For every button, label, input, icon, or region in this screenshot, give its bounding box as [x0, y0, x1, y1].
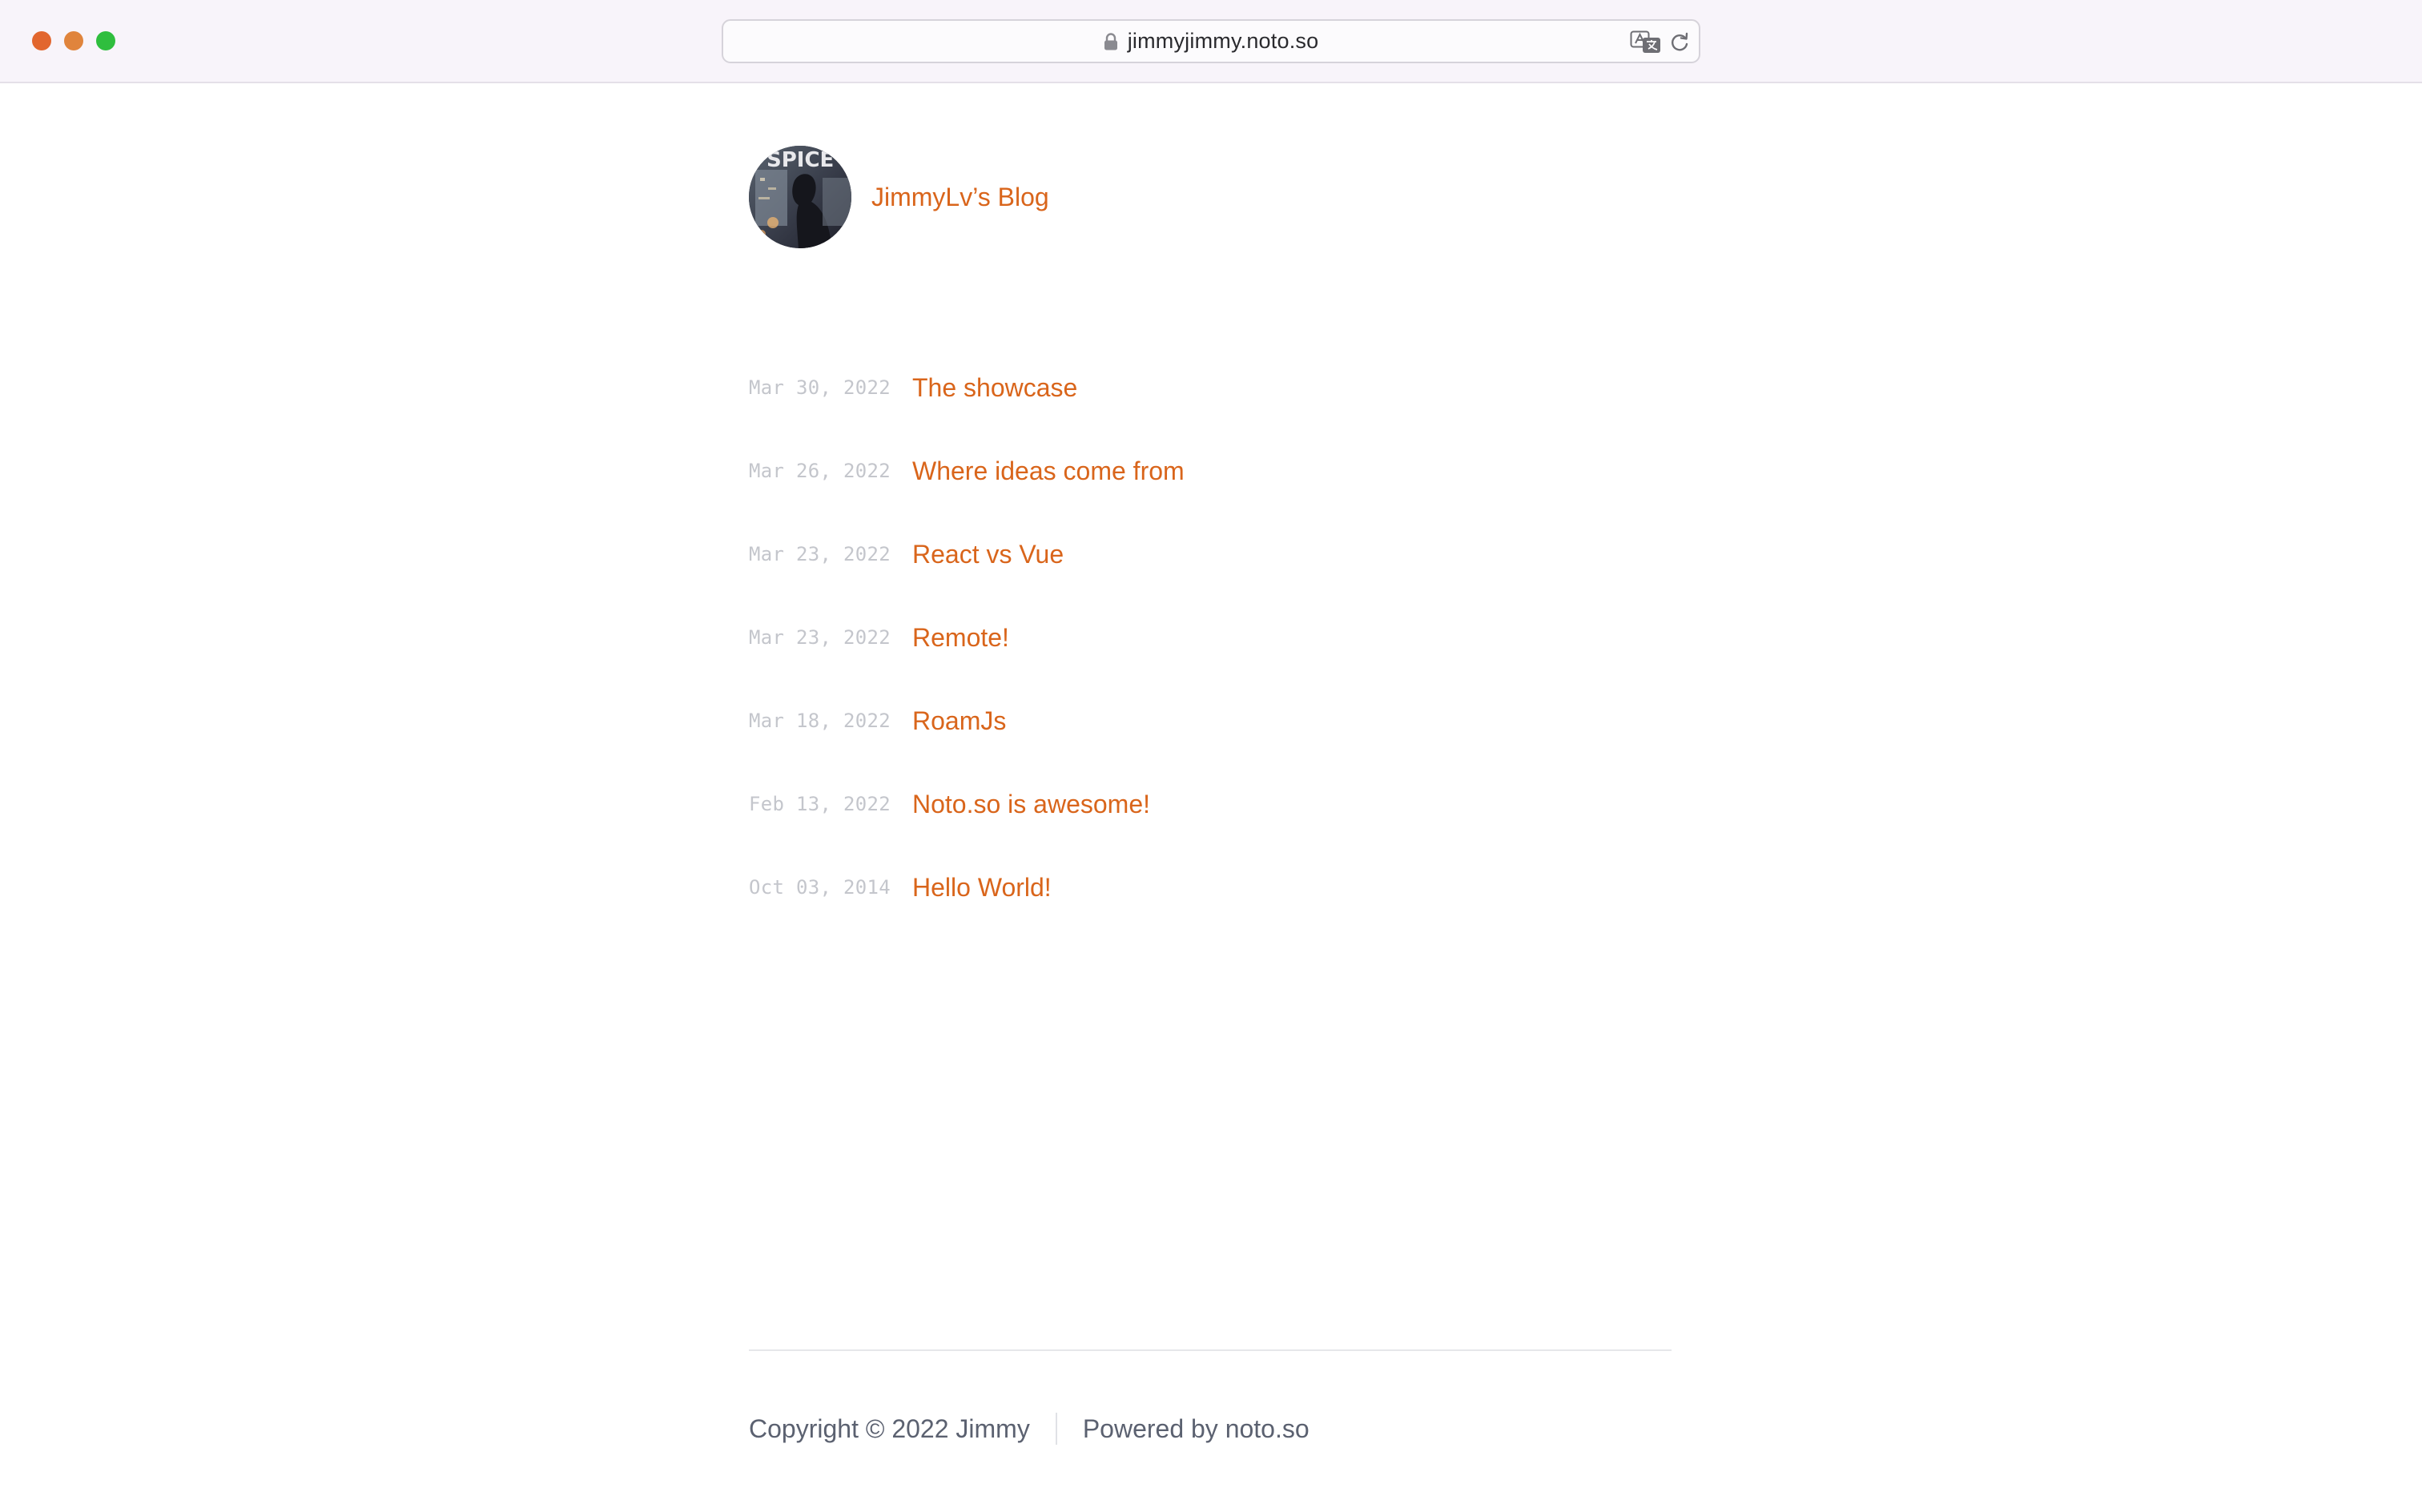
url-text[interactable]: jimmyjimmy.noto.so	[1128, 29, 1319, 54]
post-date: Mar 26, 2022	[749, 460, 891, 482]
post-date: Mar 18, 2022	[749, 710, 891, 732]
post-title-link[interactable]: Remote!	[912, 623, 1009, 653]
avatar[interactable]: SPICE	[749, 146, 851, 248]
list-item: Feb 13, 2022 Noto.so is awesome!	[749, 762, 1670, 846]
powered-by-link[interactable]: Powered by noto.so	[1083, 1414, 1310, 1444]
list-item: Mar 26, 2022 Where ideas come from	[749, 429, 1670, 513]
post-date: Mar 23, 2022	[749, 543, 891, 565]
svg-text:SPICE: SPICE	[766, 148, 834, 172]
post-title-link[interactable]: React vs Vue	[912, 540, 1064, 569]
post-title-link[interactable]: The showcase	[912, 373, 1077, 403]
window-maximize-button[interactable]	[96, 31, 115, 50]
address-bar[interactable]: jimmyjimmy.noto.so	[722, 19, 1700, 63]
post-date: Oct 03, 2014	[749, 876, 891, 899]
post-title-link[interactable]: RoamJs	[912, 706, 1006, 736]
footer-separator	[1055, 1413, 1057, 1445]
translate-icon[interactable]	[1630, 30, 1662, 54]
post-date: Mar 30, 2022	[749, 376, 891, 399]
blog-title-link[interactable]: JimmyLv’s Blog	[871, 183, 1049, 212]
copyright-text: Copyright © 2022 Jimmy	[749, 1413, 1030, 1443]
post-title-link[interactable]: Noto.so is awesome!	[912, 790, 1150, 819]
address-bar-content: jimmyjimmy.noto.so	[723, 21, 1699, 62]
window-minimize-button[interactable]	[64, 31, 83, 50]
post-list: Mar 30, 2022 The showcase Mar 26, 2022 W…	[749, 346, 1670, 929]
list-item: Mar 23, 2022 Remote!	[749, 596, 1670, 679]
footer: Copyright © 2022 Jimmy Powered by noto.s…	[749, 1413, 1310, 1445]
reload-icon[interactable]	[1668, 31, 1691, 54]
list-item: Oct 03, 2014 Hello World!	[749, 846, 1670, 929]
post-title-link[interactable]: Hello World!	[912, 873, 1052, 903]
list-item: Mar 18, 2022 RoamJs	[749, 679, 1670, 762]
footer-divider	[749, 1349, 1672, 1351]
post-title-link[interactable]: Where ideas come from	[912, 456, 1185, 486]
avatar-photo-icon: SPICE	[749, 146, 851, 248]
list-item: Mar 23, 2022 React vs Vue	[749, 513, 1670, 596]
post-date: Feb 13, 2022	[749, 793, 891, 815]
lock-icon	[1104, 32, 1118, 50]
browser-toolbar: jimmyjimmy.noto.so	[0, 0, 2422, 83]
blog-header: SPICE JimmyLv’s Blog	[749, 146, 1049, 248]
post-date: Mar 23, 2022	[749, 626, 891, 649]
list-item: Mar 30, 2022 The showcase	[749, 346, 1670, 429]
window-close-button[interactable]	[32, 31, 51, 50]
